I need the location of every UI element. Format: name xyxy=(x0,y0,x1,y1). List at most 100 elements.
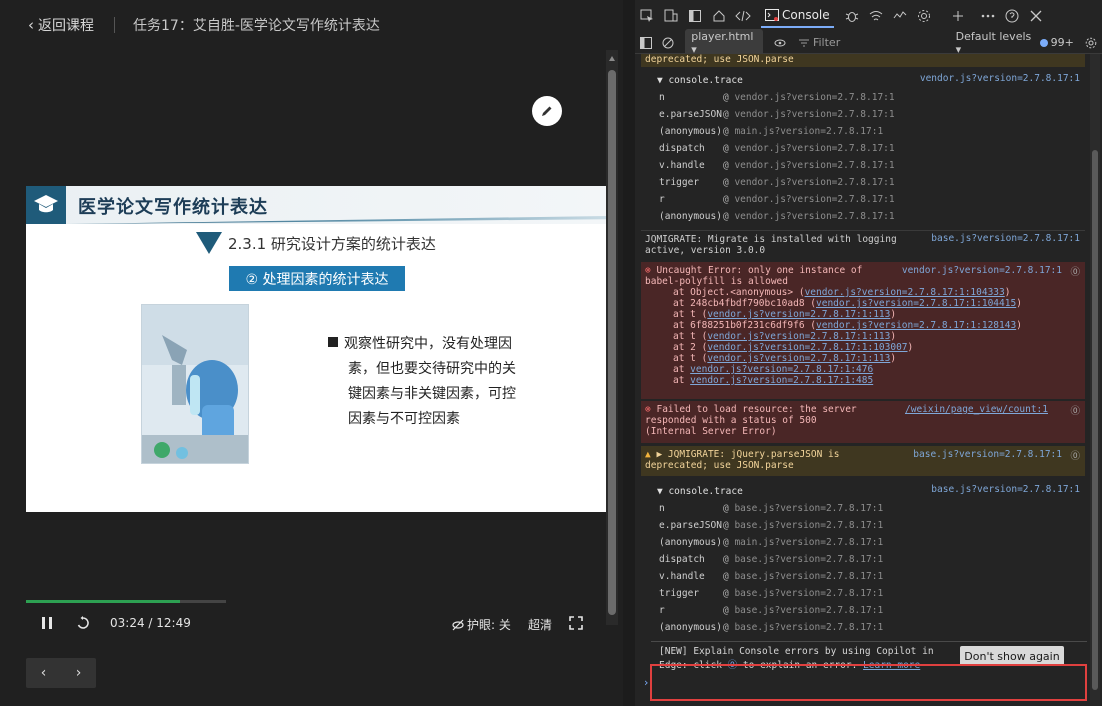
sidebar-toggle-icon[interactable] xyxy=(635,31,657,55)
player-scrollbar[interactable] xyxy=(606,50,618,625)
more-tools-plus-icon[interactable] xyxy=(946,4,970,28)
frame-at: @ xyxy=(723,126,735,137)
issues-badge[interactable]: 99+ xyxy=(1039,36,1074,49)
stack-line: at 2 (vendor.js?version=2.7.8.17:1:10300… xyxy=(645,342,1085,353)
back-to-course-link[interactable]: ‹ 返回课程 xyxy=(28,15,94,35)
prev-chapter-button[interactable]: ‹ xyxy=(41,665,47,681)
stack-line: at vendor.js?version=2.7.8.17:1:476 xyxy=(645,364,1085,375)
console-filter-input[interactable]: Filter xyxy=(798,36,956,49)
frame-file-link[interactable]: base.js?version=2.7.8.17:1 xyxy=(734,588,883,599)
trace2-frame-row: v.handle @ base.js?version=2.7.8.17:1 xyxy=(659,571,883,582)
lecture-slide: 医学论文写作统计表达 2.3.1 研究设计方案的统计表达 ② 处理因素的统计表达 xyxy=(26,186,606,512)
frame-at: @ xyxy=(723,537,735,548)
frame-function: trigger xyxy=(659,588,700,599)
frame-function: e.parseJSON xyxy=(659,109,722,120)
frame-at: @ xyxy=(723,571,735,582)
performance-icon[interactable] xyxy=(888,4,912,28)
network-wifi-icon[interactable] xyxy=(864,4,888,28)
pause-icon xyxy=(42,617,52,629)
frame-file-link[interactable]: base.js?version=2.7.8.17:1 xyxy=(734,622,883,633)
clear-console-icon[interactable] xyxy=(657,31,679,55)
stack-source-link[interactable]: vendor.js?version=2.7.8.17:1:113 xyxy=(707,353,890,364)
frame-file-link[interactable]: vendor.js?version=2.7.8.17:1 xyxy=(734,109,894,120)
frame-file-link[interactable]: main.js?version=2.7.8.17:1 xyxy=(734,126,883,137)
more-options-icon[interactable] xyxy=(976,4,1000,28)
frame-function: trigger xyxy=(659,177,700,188)
dock-side-icon[interactable] xyxy=(683,4,707,28)
edit-note-button[interactable] xyxy=(532,96,562,126)
next-chapter-button[interactable]: › xyxy=(76,665,82,681)
stack-source-link[interactable]: vendor.js?version=2.7.8.17:1:104333 xyxy=(805,287,1005,298)
stack-source-link[interactable]: vendor.js?version=2.7.8.17:1:476 xyxy=(690,364,873,375)
bullet-line-4: 因素与不可控因素 xyxy=(348,411,460,427)
trace1-frame-row: n @ vendor.js?version=2.7.8.17:1 xyxy=(659,92,895,103)
stack-source-link[interactable]: vendor.js?version=2.7.8.17:1:128143 xyxy=(816,320,1016,331)
copilot-explain-icon-2[interactable]: ⓪ xyxy=(1070,403,1080,417)
stack-source-link[interactable]: vendor.js?version=2.7.8.17:1:485 xyxy=(690,375,873,386)
err1-source-link[interactable]: vendor.js?version=2.7.8.17:1 xyxy=(902,265,1062,276)
console-settings-icon[interactable] xyxy=(1080,31,1102,55)
warn2-source-link[interactable]: base.js?version=2.7.8.17:1 xyxy=(913,449,1062,460)
frame-file-link[interactable]: base.js?version=2.7.8.17:1 xyxy=(734,503,883,514)
tab-console[interactable]: Console xyxy=(761,4,834,28)
frame-file-link[interactable]: vendor.js?version=2.7.8.17:1 xyxy=(734,160,894,171)
err2-source-link[interactable]: /weixin/page_view/count:1 xyxy=(905,404,1048,415)
frame-file-link[interactable]: vendor.js?version=2.7.8.17:1 xyxy=(734,177,894,188)
welcome-home-icon[interactable] xyxy=(707,4,731,28)
context-selector[interactable]: player.html ▾ xyxy=(685,28,763,57)
frame-file-link[interactable]: vendor.js?version=2.7.8.17:1 xyxy=(734,194,894,205)
stack-line: at 248cb4fbdf790bc10ad8 (vendor.js?versi… xyxy=(645,298,1085,309)
device-toolbar-icon[interactable] xyxy=(659,4,683,28)
chevron-left-icon: ‹ xyxy=(28,16,34,34)
quality-selector[interactable]: 超清 xyxy=(528,616,552,633)
help-icon[interactable] xyxy=(1000,4,1024,28)
frame-file-link[interactable]: main.js?version=2.7.8.17:1 xyxy=(734,537,883,548)
frame-file-link[interactable]: vendor.js?version=2.7.8.17:1 xyxy=(734,92,894,103)
frame-file-link[interactable]: vendor.js?version=2.7.8.17:1 xyxy=(734,211,894,222)
sources-bug-icon[interactable] xyxy=(840,4,864,28)
console-scrollbar[interactable] xyxy=(1090,54,1100,700)
trace-source-link[interactable]: vendor.js?version=2.7.8.17:1 xyxy=(920,73,1080,84)
copilot-explain-icon[interactable]: ⓪ xyxy=(1070,264,1080,278)
course-player: ‹ 返回课程 任务17：艾自胜-医学论文写作统计表达 医学论文写作统计表达 2.… xyxy=(0,0,623,706)
console-scrollbar-thumb[interactable] xyxy=(1092,150,1098,690)
frame-file-link[interactable]: base.js?version=2.7.8.17:1 xyxy=(734,571,883,582)
slide-bullet-text: 观察性研究中，没有处理因 素，但也要交待研究中的关 键因素与非关键因素，可控 因… xyxy=(328,332,528,432)
player-scrollbar-thumb[interactable] xyxy=(608,70,616,615)
trace-header[interactable]: ▼ console.trace xyxy=(657,75,743,86)
trace-header-2[interactable]: ▼ console.trace xyxy=(657,486,743,497)
progress-bar[interactable] xyxy=(26,600,226,603)
frame-file-link[interactable]: vendor.js?version=2.7.8.17:1 xyxy=(734,143,894,154)
live-expression-eye-icon[interactable] xyxy=(769,31,791,55)
replay-button[interactable] xyxy=(76,616,90,630)
error-message-babel: ⊗ Uncaught Error: only one instance of b… xyxy=(641,262,1085,399)
stack-source-link[interactable]: vendor.js?version=2.7.8.17:1:104415 xyxy=(816,298,1016,309)
pause-button[interactable] xyxy=(40,616,54,630)
frame-file-link[interactable]: base.js?version=2.7.8.17:1 xyxy=(734,554,883,565)
graduation-cap-icon xyxy=(34,195,58,213)
eye-care-toggle[interactable]: 护眼: 关 xyxy=(452,616,511,633)
stack-source-link[interactable]: vendor.js?version=2.7.8.17:1:113 xyxy=(707,309,890,320)
log-levels-dropdown[interactable]: Default levels ▾ xyxy=(956,30,1034,56)
stack-source-link[interactable]: vendor.js?version=2.7.8.17:1:103007 xyxy=(707,342,907,353)
console-log: deprecated; use JSON.parse ▼ console.tra… xyxy=(635,54,1088,694)
triangle-marker-icon xyxy=(196,232,222,254)
trace2-source-link[interactable]: base.js?version=2.7.8.17:1 xyxy=(931,484,1080,495)
fullscreen-button[interactable] xyxy=(569,616,583,630)
elements-tab-icon[interactable] xyxy=(731,4,755,28)
frame-function: (anonymous) xyxy=(659,126,722,137)
stack-source-link[interactable]: vendor.js?version=2.7.8.17:1:113 xyxy=(707,331,890,342)
scroll-up-arrow-icon[interactable] xyxy=(609,56,615,61)
dont-show-again-button[interactable]: Don't show again xyxy=(960,646,1064,666)
warn2-line1[interactable]: ▶ JQMIGRATE: jQuery.parseJSON is xyxy=(656,449,839,460)
frame-file-link[interactable]: base.js?version=2.7.8.17:1 xyxy=(734,605,883,616)
jqmigrate-source-link[interactable]: base.js?version=2.7.8.17:1 xyxy=(931,233,1080,244)
console-icon xyxy=(765,9,779,21)
close-devtools-icon[interactable] xyxy=(1024,4,1048,28)
console-input-highlight[interactable] xyxy=(650,664,1087,701)
frame-file-link[interactable]: base.js?version=2.7.8.17:1 xyxy=(734,520,883,531)
inspect-element-icon[interactable] xyxy=(635,4,659,28)
trace2-frame-row: (anonymous)@ main.js?version=2.7.8.17:1 xyxy=(659,537,883,548)
settings-gear-icon[interactable] xyxy=(912,4,936,28)
copilot-explain-icon-3[interactable]: ⓪ xyxy=(1070,448,1080,462)
